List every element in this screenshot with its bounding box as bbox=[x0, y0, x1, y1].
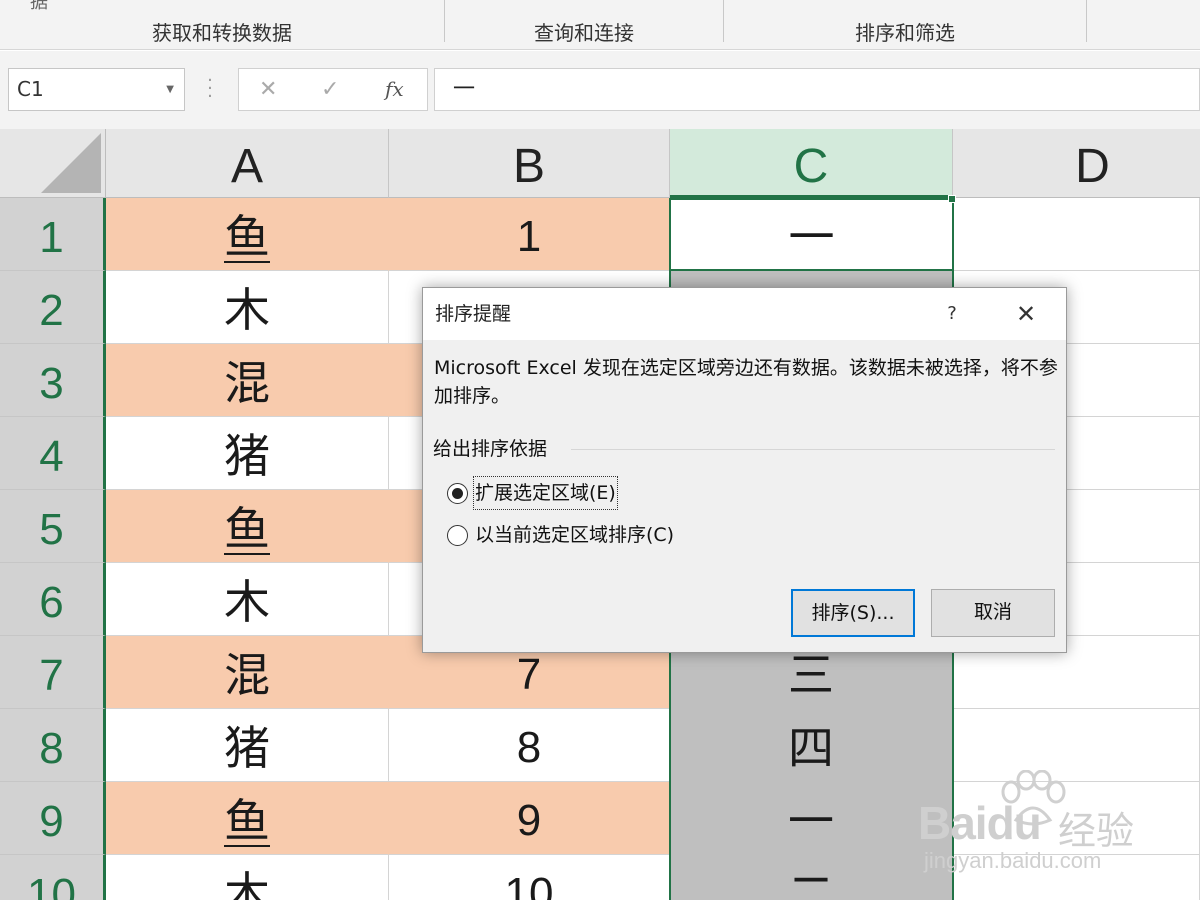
close-icon[interactable]: ✕ bbox=[1003, 288, 1049, 340]
dialog-title-bar[interactable]: 排序提醒 ? ✕ bbox=[423, 288, 1066, 340]
cell-a10[interactable]: 木 bbox=[106, 855, 389, 900]
select-all-button[interactable] bbox=[0, 129, 106, 198]
select-all-triangle-icon bbox=[41, 133, 101, 193]
column-header-a[interactable]: A bbox=[106, 129, 389, 198]
row-header[interactable]: 5 bbox=[0, 490, 106, 563]
cell-a3[interactable]: 混 bbox=[106, 344, 389, 417]
ribbon: 据 获取和转换数据 查询和连接 排序和筛选 bbox=[0, 0, 1200, 50]
ribbon-group-sort-filter[interactable]: 排序和筛选 bbox=[724, 18, 1086, 48]
cell-a2[interactable]: 木 bbox=[106, 271, 389, 344]
row-header[interactable]: 10 bbox=[0, 855, 106, 900]
fill-handle[interactable] bbox=[948, 195, 956, 203]
drag-handle-icon[interactable]: · · · bbox=[203, 72, 217, 106]
row-header[interactable]: 8 bbox=[0, 709, 106, 782]
check-icon[interactable]: ✓ bbox=[321, 69, 339, 110]
cell-a6[interactable]: 木 bbox=[106, 563, 389, 636]
sort-button[interactable]: 排序(S)... bbox=[791, 589, 915, 637]
cell-a4[interactable]: 猪 bbox=[106, 417, 389, 490]
cell-d10[interactable] bbox=[953, 855, 1200, 900]
cell-b9[interactable]: 9 bbox=[389, 782, 670, 855]
row-header[interactable]: 2 bbox=[0, 271, 106, 344]
column-header-c[interactable]: C bbox=[670, 129, 953, 198]
column-header-d[interactable]: D bbox=[953, 129, 1200, 198]
function-icon[interactable]: fx bbox=[385, 69, 404, 110]
cell-c9[interactable]: 一 bbox=[670, 782, 953, 855]
cell-a9[interactable]: 鱼 bbox=[106, 782, 389, 855]
group-divider bbox=[571, 449, 1055, 450]
row-header[interactable]: 1 bbox=[0, 198, 106, 271]
row-header[interactable]: 3 bbox=[0, 344, 106, 417]
row-header[interactable]: 4 bbox=[0, 417, 106, 490]
cell-d8[interactable] bbox=[953, 709, 1200, 782]
cancel-icon[interactable]: ✕ bbox=[259, 69, 277, 110]
cancel-button[interactable]: 取消 bbox=[931, 589, 1055, 637]
cell-a8[interactable]: 猪 bbox=[106, 709, 389, 782]
ribbon-group-get-transform[interactable]: 获取和转换数据 bbox=[0, 18, 444, 48]
formula-input[interactable]: 一 bbox=[434, 68, 1200, 111]
cell-d9[interactable] bbox=[953, 782, 1200, 855]
ribbon-separator bbox=[1086, 0, 1087, 42]
formula-bar: C1 ▼ · · · ✕ ✓ fx 一 bbox=[0, 51, 1200, 129]
cell-d1[interactable] bbox=[953, 198, 1200, 271]
cell-c10[interactable]: 二 bbox=[670, 855, 953, 900]
sort-warning-dialog: 排序提醒 ? ✕ Microsoft Excel 发现在选定区域旁边还有数据。该… bbox=[422, 287, 1067, 653]
row-header[interactable]: 9 bbox=[0, 782, 106, 855]
column-header-b[interactable]: B bbox=[389, 129, 670, 198]
dialog-title: 排序提醒 bbox=[435, 303, 512, 325]
cell-c1-active[interactable]: 一 bbox=[669, 198, 954, 271]
ribbon-group-queries[interactable]: 查询和连接 bbox=[445, 18, 723, 48]
formula-buttons: ✕ ✓ fx bbox=[238, 68, 428, 111]
expand-selection-label[interactable]: 扩展选定区域(E) bbox=[473, 476, 618, 510]
radio-checked-icon[interactable] bbox=[447, 483, 468, 504]
row-header[interactable]: 7 bbox=[0, 636, 106, 709]
help-icon[interactable]: ? bbox=[929, 288, 975, 340]
cell-b1[interactable]: 1 bbox=[389, 198, 670, 271]
cell-b10[interactable]: 10 bbox=[389, 855, 670, 900]
cell-c8[interactable]: 四 bbox=[670, 709, 953, 782]
row-header[interactable]: 6 bbox=[0, 563, 106, 636]
cell-a5[interactable]: 鱼 bbox=[106, 490, 389, 563]
dialog-message: Microsoft Excel 发现在选定区域旁边还有数据。该数据未被选择，将不… bbox=[434, 357, 1058, 407]
radio-unchecked-icon[interactable] bbox=[447, 525, 468, 546]
name-box[interactable]: C1 ▼ bbox=[8, 68, 185, 111]
chevron-down-icon[interactable]: ▼ bbox=[166, 69, 174, 110]
cell-a1[interactable]: 鱼 bbox=[106, 198, 389, 271]
sort-basis-group-label: 给出排序依据 bbox=[433, 438, 548, 460]
name-box-value: C1 bbox=[17, 77, 44, 101]
cell-a7[interactable]: 混 bbox=[106, 636, 389, 709]
cell-b8[interactable]: 8 bbox=[389, 709, 670, 782]
ribbon-cut-text: 据 bbox=[30, 0, 48, 13]
current-selection-label[interactable]: 以当前选定区域排序(C) bbox=[475, 520, 674, 550]
